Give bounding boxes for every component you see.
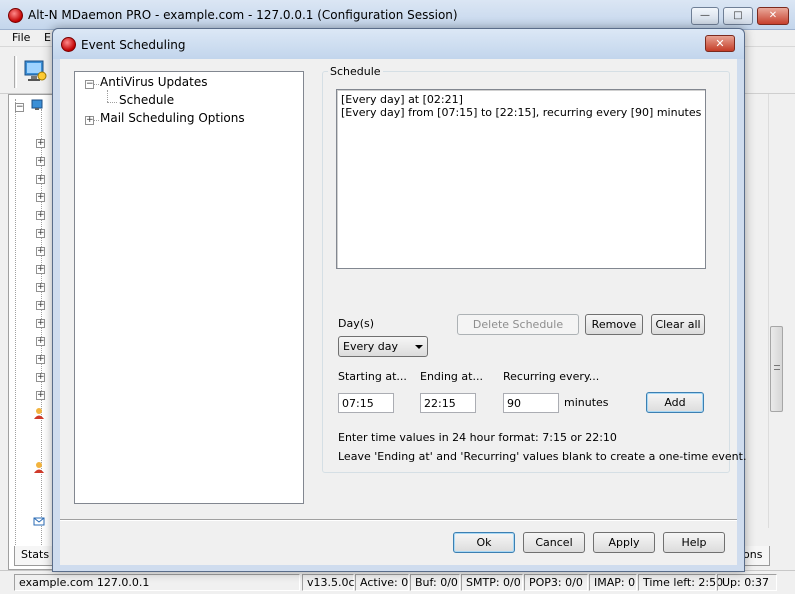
mdaemon-logo-icon [8,8,23,23]
status-buf: Buf: 0/0 [410,574,460,591]
help-button[interactable]: Help [663,532,725,553]
status-time-left: Time left: 2:50 [638,574,723,591]
one-time-event-hint: Leave 'Ending at' and 'Recurring' values… [338,450,747,463]
schedule-entry[interactable]: [Every day] from [07:15] to [22:15], rec… [341,106,701,119]
tree-item-antivirus-updates[interactable]: AntiVirus Updates [100,75,207,89]
tree-branch-line [94,84,99,85]
tree-expander[interactable]: + [36,193,45,202]
remove-button[interactable]: Remove [585,314,643,335]
tree-expander-antivirus[interactable]: − [85,80,94,89]
monitor-icon[interactable] [22,58,48,84]
recurring-every-label: Recurring every... [503,370,600,383]
tree-item-schedule[interactable]: Schedule [119,93,174,107]
starting-at-input[interactable] [338,393,394,413]
mail-icon [33,517,45,526]
schedule-list[interactable]: [Every day] at [02:21] [Every day] from … [336,89,706,269]
menu-edit[interactable]: E [44,31,51,44]
tree-expander[interactable]: + [36,247,45,256]
status-active: Active: 0 [355,574,409,591]
time-format-hint: Enter time values in 24 hour format: 7:1… [338,431,617,444]
tree-branch-line [107,90,108,102]
days-select-value: Every day [343,340,398,353]
tree-expander[interactable]: + [36,283,45,292]
tree-item-mail-scheduling-options[interactable]: Mail Scheduling Options [100,111,245,125]
main-titlebar: Alt-N MDaemon PRO - example.com - 127.0.… [0,0,795,30]
tree-expander[interactable]: + [36,355,45,364]
cancel-button[interactable]: Cancel [523,532,585,553]
dialog-close-button[interactable]: ✕ [705,35,735,52]
status-server: example.com 127.0.0.1 [14,574,300,591]
schedule-entry[interactable]: [Every day] at [02:21] [341,93,701,106]
dialog-client-area: − AntiVirus Updates Schedule + Mail Sche… [60,59,746,565]
tree-expander[interactable]: + [36,175,45,184]
tree-guide-line [15,99,16,563]
schedule-group-label: Schedule [328,65,383,78]
tab-stats[interactable]: Stats [14,546,57,566]
navigation-tree[interactable]: − AntiVirus Updates Schedule + Mail Sche… [74,71,304,504]
main-tree-pane[interactable]: − + + + + + + + + + + + + + + + [8,94,52,570]
chevron-down-icon [415,345,423,349]
starting-at-label: Starting at... [338,370,407,383]
tree-expander[interactable]: + [36,373,45,382]
ending-at-label: Ending at... [420,370,483,383]
apply-button[interactable]: Apply [593,532,655,553]
days-select[interactable]: Every day [338,336,428,357]
tree-expander[interactable]: + [36,301,45,310]
dialog-titlebar[interactable]: Event Scheduling ✕ [53,29,744,59]
delete-schedule-button[interactable]: Delete Schedule [457,314,579,335]
mdaemon-logo-icon [61,37,76,52]
main-window-title: Alt-N MDaemon PRO - example.com - 127.0.… [28,8,458,22]
ending-at-input[interactable] [420,393,476,413]
maximize-button[interactable]: □ [723,7,753,25]
add-button[interactable]: Add [646,392,704,413]
tree-expander[interactable]: + [36,229,45,238]
main-statusbar: example.com 127.0.0.1 v13.5.0c Active: 0… [0,570,795,594]
tree-expander[interactable]: + [36,265,45,274]
tree-branch-line [107,102,117,103]
main-close-button[interactable]: ✕ [757,7,789,25]
user-icon [34,462,44,473]
tree-expander[interactable]: + [36,391,45,400]
recurring-every-input[interactable] [503,393,559,413]
ok-button[interactable]: Ok [453,532,515,553]
status-version: v13.5.0c [302,574,355,591]
menu-file[interactable]: File [12,31,30,44]
tree-expander[interactable]: + [36,319,45,328]
tree-expander[interactable]: + [36,139,45,148]
minutes-label: minutes [564,396,609,409]
status-uptime: Up: 0:37 [717,574,777,591]
event-scheduling-dialog: Event Scheduling ✕ − AntiVirus Updates S… [52,28,746,572]
main-vertical-scrollbar[interactable] [768,94,785,528]
minimize-button[interactable]: — [691,7,719,25]
clear-all-button[interactable]: Clear all [651,314,705,335]
status-smtp: SMTP: 0/0 [461,574,523,591]
tree-expander-mail-scheduling[interactable]: + [85,116,94,125]
scrollbar-thumb[interactable] [770,326,783,412]
toolbar-grip[interactable] [14,56,17,88]
dialog-title: Event Scheduling [81,38,186,52]
tree-expander[interactable]: − [15,103,24,112]
dialog-separator [60,519,737,521]
tree-expander[interactable]: + [36,337,45,346]
tree-branch-line [94,120,99,121]
days-label: Day(s) [338,317,375,330]
user-icon [34,408,44,419]
tree-expander[interactable]: + [36,157,45,166]
status-imap: IMAP: 0 [589,574,637,591]
status-pop3: POP3: 0/0 [524,574,588,591]
tree-expander[interactable]: + [36,211,45,220]
